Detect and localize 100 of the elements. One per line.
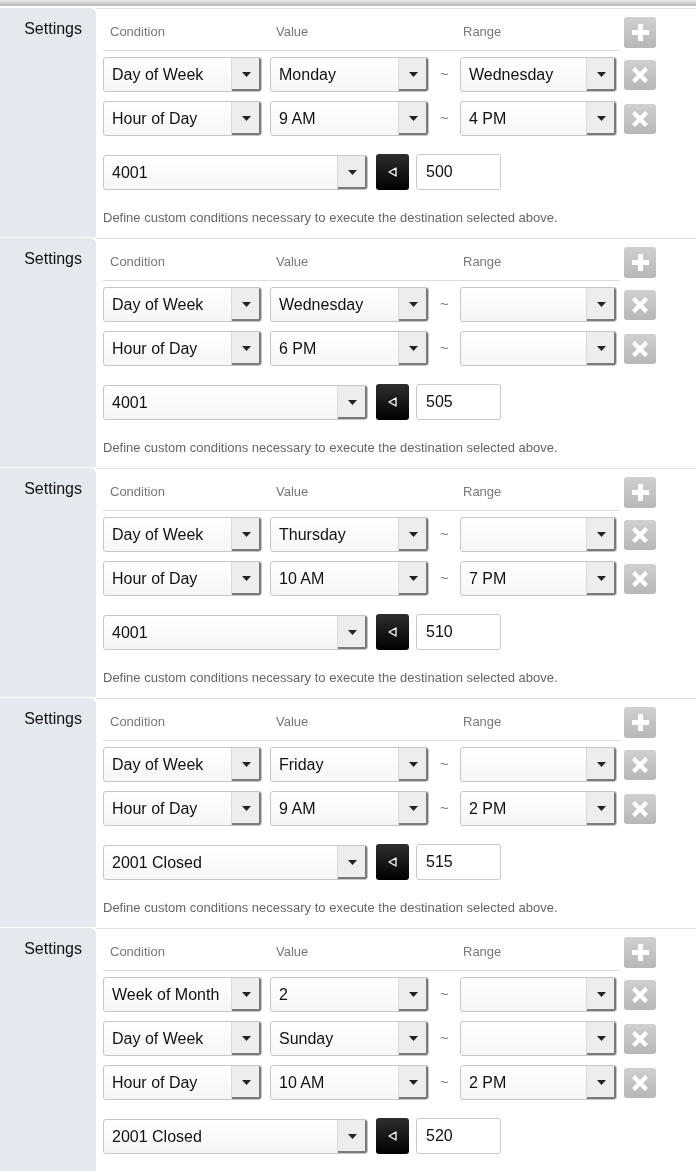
destination-dropdown[interactable]: 4001 [103,384,368,420]
condition-dropdown[interactable]: Day of Week [103,57,262,92]
value-dropdown[interactable]: Friday [270,747,429,782]
condition-dropdown[interactable]: Hour of Day [103,1065,262,1100]
remove-button[interactable] [624,519,656,550]
value-dropdown[interactable]: Wednesday [270,287,429,322]
remove-button[interactable] [624,979,656,1010]
destination-dropdown[interactable]: 4001 [103,154,368,190]
left-triangle-icon [388,1131,397,1141]
caret-icon [242,806,251,811]
range-separator: ~ [439,984,450,1005]
remove-button[interactable] [624,289,656,320]
range-dropdown[interactable] [460,331,617,366]
cross-icon [632,340,648,357]
remove-button[interactable] [624,1023,656,1054]
condition-dropdown[interactable]: Hour of Day [103,791,262,826]
arrow-button[interactable] [376,844,409,880]
arrow-button[interactable] [376,384,409,420]
arrow-button[interactable] [376,614,409,650]
value-dropdown[interactable]: Thursday [270,517,429,552]
condition-dropdown[interactable]: Day of Week [103,747,262,782]
destination-dropdown[interactable]: 4001 [103,614,368,650]
destination-dropdown[interactable]: 2001 Closed [103,844,368,880]
caret-icon [348,1133,357,1139]
number-input[interactable]: 520 [416,1118,501,1154]
range-dropdown[interactable]: 2 PM [460,1065,617,1100]
remove-button[interactable] [624,1067,656,1098]
caret-icon [597,72,606,77]
number-input[interactable]: 510 [416,614,501,650]
value-dropdown[interactable]: 10 AM [270,561,429,596]
cross-icon [632,296,648,313]
caret-icon [242,762,251,767]
left-triangle-icon [388,397,397,407]
destination-dropdown[interactable]: 2001 Closed [103,1118,368,1154]
condition-dropdown[interactable]: Hour of Day [103,331,262,366]
number-input[interactable]: 500 [416,154,501,190]
arrow-button[interactable] [376,1118,409,1154]
value-dropdown[interactable]: 10 AM [270,1065,429,1100]
section-label: Settings [24,940,82,957]
range-dropdown[interactable] [460,287,617,322]
range-dropdown[interactable]: Wednesday [460,57,617,92]
condition-dropdown[interactable]: Day of Week [103,1021,262,1056]
condition-dropdown[interactable]: Hour of Day [103,101,262,136]
plus-icon [631,24,649,41]
add-button[interactable] [624,247,656,278]
column-header: Range [462,23,502,42]
caret-icon [597,532,606,537]
cross-icon [632,66,648,83]
caret-icon [409,1036,418,1041]
remove-button[interactable] [624,103,656,134]
caret-icon [348,169,357,175]
column-header: Condition [109,713,166,732]
condition-dropdown[interactable]: Hour of Day [103,561,262,596]
arrow-button[interactable] [376,154,409,190]
caret-icon [409,532,418,537]
caret-icon [409,576,418,581]
caret-icon [242,116,251,121]
value-dropdown[interactable]: Monday [270,57,429,92]
remove-button[interactable] [624,793,656,824]
caret-icon [348,399,357,405]
caret-icon [242,302,251,307]
add-button[interactable] [624,707,656,738]
cross-icon [632,800,648,817]
caret-icon [597,346,606,351]
column-header: Range [462,483,502,502]
value-dropdown[interactable]: 6 PM [270,331,429,366]
condition-dropdown[interactable]: Day of Week [103,517,262,552]
range-dropdown[interactable] [460,977,617,1012]
caret-icon [242,1080,251,1085]
caret-icon [597,762,606,767]
add-button[interactable] [624,17,656,48]
condition-dropdown[interactable]: Week of Month [103,977,262,1012]
condition-dropdown[interactable]: Day of Week [103,287,262,322]
range-dropdown[interactable] [460,517,617,552]
remove-button[interactable] [624,563,656,594]
range-dropdown[interactable]: 7 PM [460,561,617,596]
cross-icon [632,756,648,773]
range-dropdown[interactable]: 2 PM [460,791,617,826]
range-dropdown[interactable] [460,1021,617,1056]
range-separator: ~ [439,294,450,315]
remove-button[interactable] [624,333,656,364]
caret-icon [409,1080,418,1085]
number-input[interactable]: 515 [416,844,501,880]
value-dropdown[interactable]: 9 AM [270,791,429,826]
column-header: Range [462,943,502,962]
range-separator: ~ [439,108,450,129]
remove-button[interactable] [624,59,656,90]
add-button[interactable] [624,477,656,508]
caret-icon [597,992,606,997]
value-dropdown[interactable]: Sunday [270,1021,429,1056]
range-dropdown[interactable] [460,747,617,782]
left-triangle-icon [388,627,397,637]
number-input[interactable]: 505 [416,384,501,420]
range-dropdown[interactable]: 4 PM [460,101,617,136]
caret-icon [597,116,606,121]
remove-button[interactable] [624,749,656,780]
caret-icon [242,72,251,77]
value-dropdown[interactable]: 9 AM [270,101,429,136]
value-dropdown[interactable]: 2 [270,977,429,1012]
add-button[interactable] [624,937,656,968]
